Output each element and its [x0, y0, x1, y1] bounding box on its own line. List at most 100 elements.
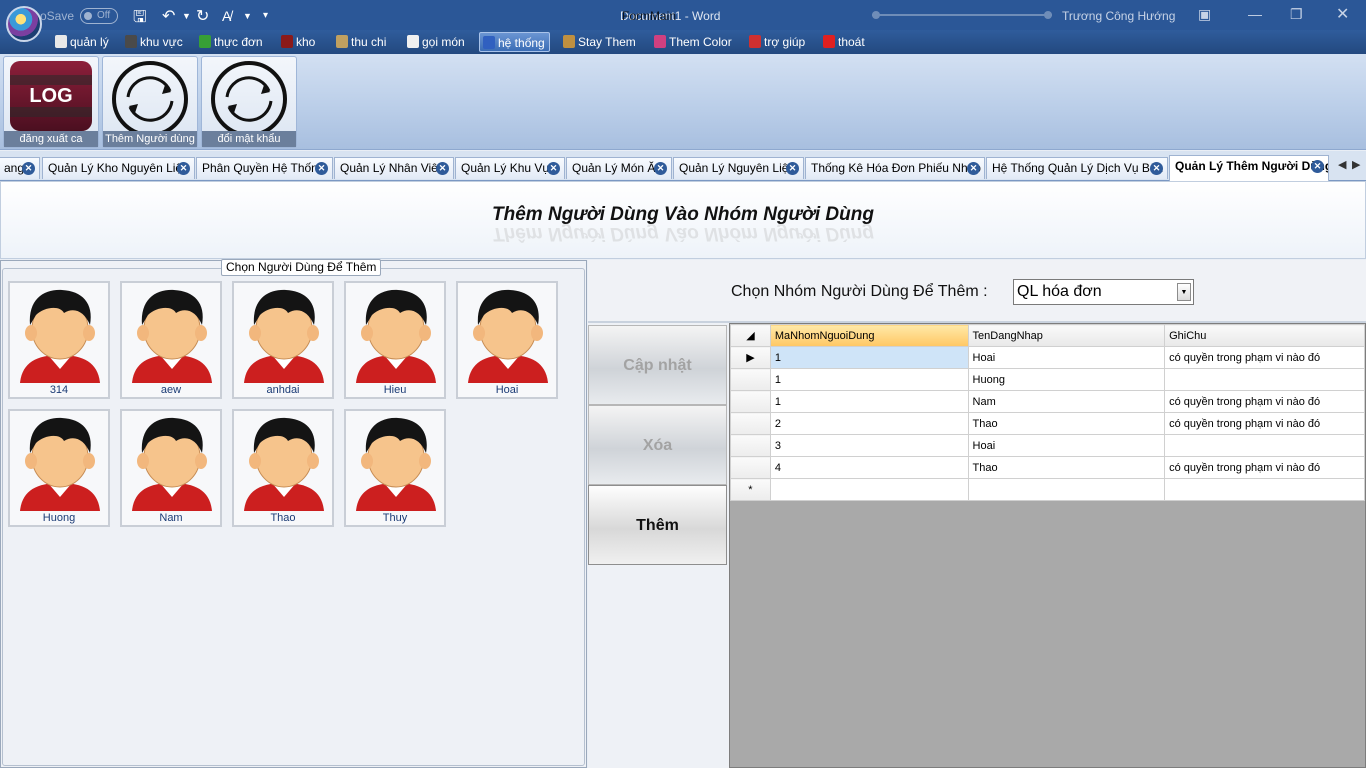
tab-close-icon[interactable]: ✕: [786, 162, 799, 175]
user-group-grid[interactable]: ◢ MaNhomNguoiDung TenDangNhap GhiChu ▶ 1 H…: [729, 323, 1366, 768]
menu-thu-chi[interactable]: thu chi: [333, 32, 390, 52]
row-header[interactable]: [730, 412, 771, 435]
redo-icon[interactable]: ↻: [196, 6, 209, 26]
tab-phan-quyen[interactable]: Phân Quyền Hệ Thống ✕: [196, 157, 333, 179]
column-header[interactable]: GhiChu: [1164, 324, 1365, 347]
table-cell[interactable]: 1: [769, 368, 969, 391]
tab-close-icon[interactable]: ✕: [967, 162, 980, 175]
table-row[interactable]: 4 Thao có quyền trong phạm vi nào đó: [730, 456, 1365, 479]
user-card[interactable]: Nam: [120, 409, 222, 527]
tab-close-icon[interactable]: ✕: [1311, 160, 1324, 173]
format-dropdown-icon[interactable]: ▼: [243, 11, 252, 21]
table-cell[interactable]: Huong: [967, 368, 1166, 391]
user-card[interactable]: Thao: [232, 409, 334, 527]
table-row[interactable]: 1 Huong: [730, 368, 1365, 391]
customize-qat-icon[interactable]: ▾: [263, 10, 268, 21]
row-header[interactable]: [730, 456, 771, 479]
row-header[interactable]: ▶: [730, 346, 771, 369]
undo-icon[interactable]: ↶: [162, 6, 175, 26]
table-cell[interactable]: có quyền trong phạm vi nào đó: [1164, 390, 1365, 413]
table-cell[interactable]: Nam: [967, 390, 1166, 413]
new-row[interactable]: *: [730, 478, 1365, 501]
menu-thuc-don[interactable]: thực đơn: [196, 32, 267, 52]
add-user-button[interactable]: Thêm Người dùng: [102, 56, 198, 148]
table-row[interactable]: ▶ 1 Hoai có quyền trong phạm vi nào đó: [730, 346, 1365, 369]
menu-he-thong[interactable]: hệ thống: [479, 32, 550, 52]
table-cell[interactable]: 1: [769, 346, 969, 369]
row-header[interactable]: [730, 434, 771, 457]
table-cell[interactable]: [967, 478, 1166, 501]
logout-button[interactable]: LOG đăng xuất ca: [3, 56, 99, 148]
change-password-button[interactable]: đổi mật khẩu: [201, 56, 297, 148]
tab-close-icon[interactable]: ✕: [315, 162, 328, 175]
close-icon[interactable]: ✕: [1336, 4, 1349, 24]
tab-close-icon[interactable]: ✕: [654, 162, 667, 175]
chevron-down-icon[interactable]: ▼: [1177, 283, 1191, 301]
menu-goi-mon[interactable]: gọi món: [404, 32, 469, 52]
tab-kho-nguyen-lieu[interactable]: Quản Lý Kho Nguyên Liệu ✕: [42, 157, 195, 179]
tab-close-icon[interactable]: ✕: [436, 162, 449, 175]
table-row[interactable]: 1 Nam có quyền trong phạm vi nào đó: [730, 390, 1365, 413]
tab-close-icon[interactable]: ✕: [177, 162, 190, 175]
tab-scroll-left-icon[interactable]: ◀: [1338, 158, 1346, 171]
autosave-toggle[interactable]: Off: [80, 8, 118, 24]
save-icon[interactable]: 🖫: [133, 6, 147, 33]
table-cell[interactable]: có quyền trong phạm vi nào đó: [1164, 346, 1365, 369]
tab-mon-an[interactable]: Quản Lý Món Ăn ✕: [566, 157, 672, 179]
undo-dropdown-icon[interactable]: ▼: [182, 11, 191, 21]
table-cell[interactable]: [1164, 368, 1365, 391]
menu-stay-them[interactable]: Stay Them: [560, 32, 640, 52]
table-cell[interactable]: có quyền trong phạm vi nào đó: [1164, 456, 1365, 479]
app-orb-icon[interactable]: [6, 6, 42, 42]
add-button[interactable]: Thêm: [588, 485, 727, 565]
restore-icon[interactable]: ❐: [1290, 6, 1303, 23]
menu-them-color[interactable]: Them Color: [651, 32, 736, 52]
table-row[interactable]: 3 Hoai: [730, 434, 1365, 457]
tab-thong-ke[interactable]: Thống Kê Hóa Đơn Phiếu Nhập ✕: [805, 157, 985, 179]
tab-scroll-right-icon[interactable]: ▶: [1352, 158, 1360, 171]
tab-close-icon[interactable]: ✕: [547, 162, 560, 175]
minimize-icon[interactable]: —: [1248, 6, 1262, 22]
user-card[interactable]: Hoai: [456, 281, 558, 399]
row-header[interactable]: [730, 390, 771, 413]
tab-dich-vu-ban[interactable]: Hệ Thống Quản Lý Dịch Vụ Bàn ✕: [986, 157, 1168, 179]
delete-button[interactable]: Xóa: [588, 405, 727, 485]
update-button[interactable]: Cập nhật: [588, 325, 727, 405]
user-card[interactable]: Huong: [8, 409, 110, 527]
tab-khu-vuc[interactable]: Quản Lý Khu Vực ✕: [455, 157, 565, 179]
menu-khu-vuc[interactable]: khu vực: [122, 32, 187, 52]
table-cell[interactable]: 2: [769, 412, 969, 435]
menu-thoat[interactable]: thoát: [820, 32, 869, 52]
user-card[interactable]: aew: [120, 281, 222, 399]
group-select[interactable]: QL hóa đơn ▼: [1013, 279, 1194, 305]
tab-close-icon[interactable]: ✕: [22, 162, 35, 175]
table-cell[interactable]: [1164, 478, 1365, 501]
table-cell[interactable]: Hoai: [967, 346, 1166, 369]
table-row[interactable]: 2 Thao có quyền trong phạm vi nào đó: [730, 412, 1365, 435]
table-cell[interactable]: [769, 478, 969, 501]
tab-nguyen-lieu[interactable]: Quản Lý Nguyên Liệu ✕: [673, 157, 804, 179]
table-cell[interactable]: có quyền trong phạm vi nào đó: [1164, 412, 1365, 435]
table-cell[interactable]: 4: [769, 456, 969, 479]
row-header[interactable]: [730, 368, 771, 391]
tab-them-nguoi-dung[interactable]: Quản Lý Thêm Người Dùng ✕: [1169, 155, 1329, 181]
table-cell[interactable]: Thao: [967, 412, 1166, 435]
user-card[interactable]: anhdai: [232, 281, 334, 399]
column-header[interactable]: TenDangNhap: [967, 324, 1166, 347]
user-card[interactable]: Hieu: [344, 281, 446, 399]
format-painter-icon[interactable]: A̸: [222, 8, 231, 24]
user-card[interactable]: Thuy: [344, 409, 446, 527]
table-cell[interactable]: [1164, 434, 1365, 457]
tab-nhan-vien[interactable]: Quản Lý Nhân Viên ✕: [334, 157, 454, 179]
table-cell[interactable]: 1: [769, 390, 969, 413]
grid-corner[interactable]: ◢: [730, 324, 771, 347]
new-row-marker[interactable]: *: [730, 478, 771, 501]
column-header[interactable]: MaNhomNguoiDung: [769, 324, 969, 347]
table-cell[interactable]: Thao: [967, 456, 1166, 479]
menu-quan-ly[interactable]: quản lý: [52, 32, 113, 52]
table-cell[interactable]: 3: [769, 434, 969, 457]
menu-tro-giup[interactable]: trợ giúp: [746, 32, 809, 52]
ribbon-display-icon[interactable]: ▣: [1198, 6, 1211, 23]
table-cell[interactable]: Hoai: [967, 434, 1166, 457]
menu-kho[interactable]: kho: [278, 32, 319, 52]
